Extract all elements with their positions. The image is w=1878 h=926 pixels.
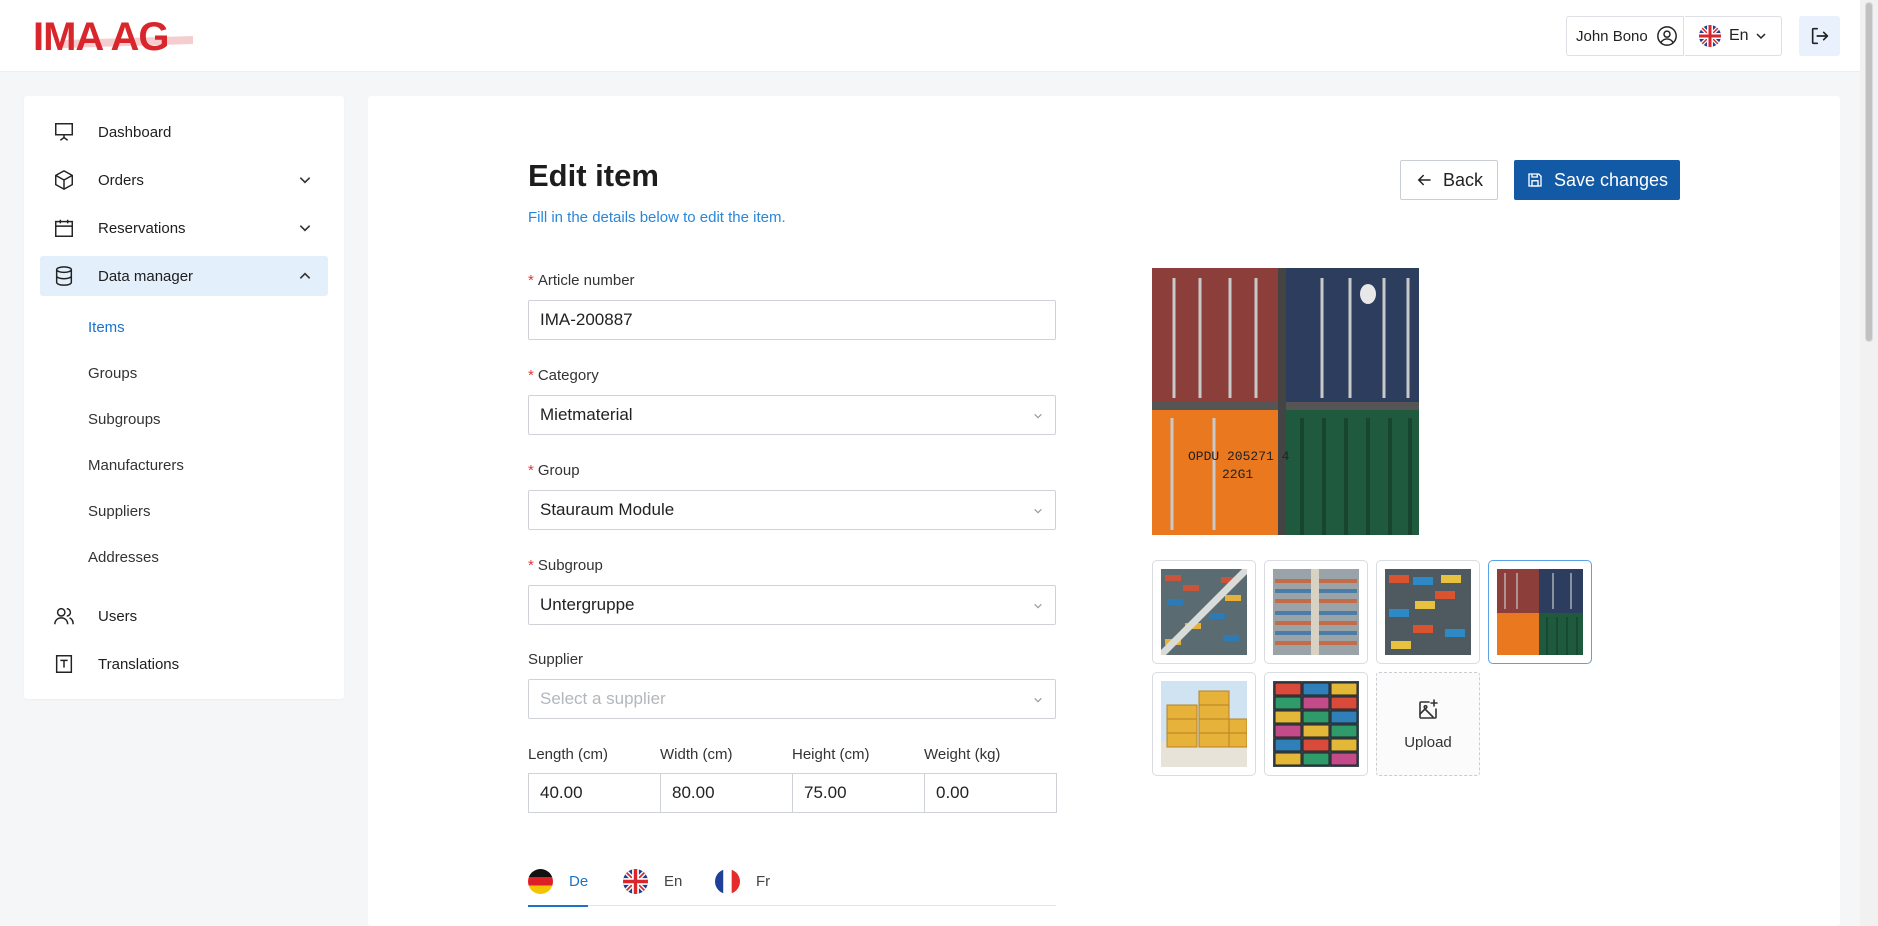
sidebar-subitem-addresses[interactable]: Addresses [88,547,159,569]
weight-input[interactable]: 0.00 [924,773,1057,813]
width-input[interactable]: 80.00 [660,773,793,813]
svg-text:22G1: 22G1 [1222,467,1253,482]
box-icon [55,170,73,190]
sidebar-subitem-items[interactable]: Items [88,317,125,339]
sidebar-item-translations[interactable]: Translations [40,644,328,684]
translate-icon [55,655,73,673]
user-name: John Bono [1576,27,1648,45]
page-subtitle: Fill in the details below to edit the it… [528,209,786,226]
user-circle-icon [1656,26,1677,46]
chevron-down-icon [1756,33,1766,40]
sidebar-item-label: Dashboard [98,123,172,141]
logout-icon [1811,27,1828,45]
scrollbar-thumb[interactable] [1865,2,1873,342]
sidebar-item-label: Reservations [98,219,186,237]
sidebar-subitem-groups[interactable]: Groups [88,363,137,385]
sidebar-item-orders[interactable]: Orders [40,160,328,200]
sidebar-item-label: Users [98,607,138,625]
sidebar-item-users[interactable]: Users [40,596,328,636]
height-label: Height (cm) [792,746,870,763]
sidebar-item-label: Orders [98,171,144,189]
back-button[interactable]: Back [1400,160,1498,200]
tab-en[interactable]: En [623,856,682,906]
france-flag-icon [715,868,740,894]
language-label: En [1729,27,1749,44]
article-number-label: * Article number [528,272,635,289]
height-input[interactable]: 75.00 [792,773,925,813]
group-select[interactable]: Stauraum Module [528,490,1056,530]
main-item-image: OPDU 205271 4 22G1 [1152,268,1419,535]
svg-text:IMA AG: IMA AG [33,15,168,56]
length-input[interactable]: 40.00 [528,773,661,813]
sidebar-item-label: Data manager [98,267,194,285]
svg-text:OPDU 205271 4: OPDU 205271 4 [1188,449,1290,464]
germany-flag-icon [528,868,553,894]
chevron-down-icon [1034,508,1042,514]
sidebar-item-reservations[interactable]: Reservations [40,208,328,248]
users-icon [54,607,74,625]
page-title: Edit item [528,158,659,193]
thumbnail-6[interactable] [1264,672,1368,776]
chevron-down-icon [1034,697,1042,703]
sidebar-item-label: Translations [98,655,180,673]
sidebar-item-dashboard[interactable]: Dashboard [40,112,328,152]
chevron-down-icon [299,225,311,232]
thumbnail-2[interactable] [1264,560,1368,664]
sidebar-subitem-suppliers[interactable]: Suppliers [88,501,151,523]
article-number-input[interactable]: IMA-200887 [528,300,1056,340]
database-icon [55,266,73,286]
language-tabs: De En Fr [528,856,1056,907]
group-label: * Group [528,462,580,479]
subgroup-label: * Subgroup [528,557,603,574]
weight-label: Weight (kg) [924,746,1001,763]
chevron-down-icon [299,177,311,184]
thumbnail-3[interactable] [1376,560,1480,664]
chevron-down-icon [1034,413,1042,419]
sidebar-subitem-subgroups[interactable]: Subgroups [88,409,161,431]
width-label: Width (cm) [660,746,733,763]
top-bar: IMA AG John Bono En [0,0,1860,72]
presentation-icon [55,123,73,141]
uk-flag-icon [1699,25,1721,47]
main-panel: Edit item Fill in the details below to e… [368,96,1840,926]
tab-de[interactable]: De [528,856,589,907]
save-button[interactable]: Save changes [1514,160,1680,200]
sidebar: Dashboard Orders Reservations Data manag… [24,96,344,699]
length-label: Length (cm) [528,746,609,763]
scrollbar[interactable] [1860,0,1878,926]
arrow-left-icon [1417,174,1431,186]
image-plus-icon [1419,698,1438,719]
subgroup-select[interactable]: Untergruppe [528,585,1056,625]
save-icon [1528,173,1542,187]
tab-fr[interactable]: Fr [715,856,770,906]
thumbnail-4-selected[interactable] [1488,560,1592,664]
uk-flag-icon [623,868,648,894]
category-select[interactable]: Mietmaterial [528,395,1056,435]
sidebar-subitem-manufacturers[interactable]: Manufacturers [88,455,184,477]
sidebar-item-data-manager[interactable]: Data manager [40,256,328,296]
supplier-label: Supplier [528,651,584,668]
company-logo[interactable]: IMA AG [33,14,218,56]
language-selector[interactable]: En [1685,16,1782,56]
category-label: * Category [528,367,599,384]
thumbnail-1[interactable] [1152,560,1256,664]
calendar-icon [55,219,73,237]
upload-image-button[interactable]: Upload [1376,672,1480,776]
chevron-down-icon [1034,603,1042,609]
logout-button[interactable] [1799,16,1840,56]
user-menu[interactable]: John Bono [1566,16,1684,56]
chevron-up-icon [299,272,311,279]
thumbnail-5[interactable] [1152,672,1256,776]
supplier-select[interactable]: Select a supplier [528,679,1056,719]
